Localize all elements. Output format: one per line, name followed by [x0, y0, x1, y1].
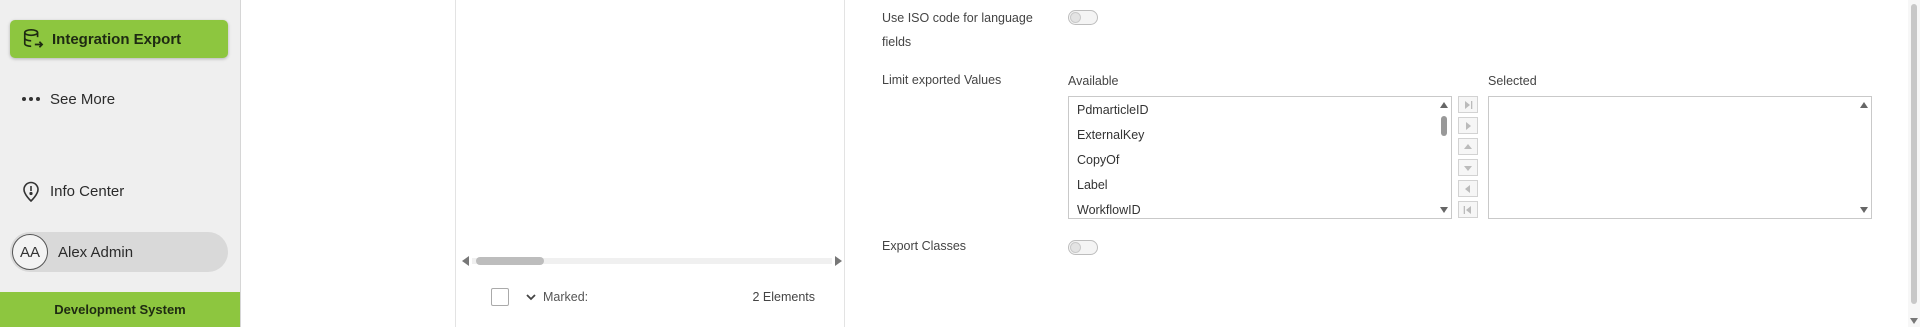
scrollbar-thumb[interactable] — [476, 257, 544, 265]
iso-code-label: Use ISO code for language fields — [882, 11, 1033, 49]
list-item[interactable]: WorkflowID — [1077, 203, 1141, 217]
list-item[interactable]: CopyOf — [1077, 153, 1119, 167]
more-dots-icon — [20, 88, 42, 110]
selected-list[interactable] — [1488, 96, 1872, 219]
scrollbar-thumb[interactable] — [1441, 116, 1447, 136]
iso-code-toggle[interactable] — [1068, 10, 1098, 25]
nav-item-label: See More — [50, 90, 116, 108]
move-right-icon — [1466, 121, 1471, 130]
nav-item-see-more[interactable]: See More — [10, 81, 228, 117]
export-settings-form: Use ISO code for language fields Limit e… — [848, 0, 1908, 327]
environment-banner: Development System — [0, 292, 240, 327]
move-all-left-icon — [1463, 205, 1471, 214]
move-down-button[interactable] — [1458, 159, 1478, 176]
list-item[interactable]: ExternalKey — [1077, 128, 1144, 142]
user-name: Alex Admin — [58, 243, 134, 261]
scroll-up-icon[interactable] — [1860, 102, 1868, 108]
nav-item-label: Integration Export — [52, 30, 182, 48]
element-count: 2 Elements — [752, 290, 815, 304]
move-all-left-button[interactable] — [1458, 201, 1478, 218]
export-classes-toggle[interactable] — [1068, 240, 1098, 255]
scrollbar-thumb[interactable] — [1911, 4, 1917, 304]
list-item[interactable]: Label — [1077, 178, 1108, 192]
move-all-right-button[interactable] — [1458, 96, 1478, 113]
user-menu[interactable]: AA Alex Admin — [10, 232, 228, 272]
scroll-down-icon[interactable] — [1910, 318, 1918, 324]
nav-item-info-center[interactable]: Info Center — [10, 173, 228, 209]
export-classes-label: Export Classes — [882, 239, 967, 253]
scroll-down-icon[interactable] — [1860, 207, 1868, 213]
nav-item-label: Info Center — [50, 182, 125, 200]
selected-header: Selected — [1488, 74, 1537, 88]
sidebar: Integration Export See More Info Center … — [0, 0, 241, 327]
scroll-up-icon[interactable] — [1440, 102, 1448, 108]
move-down-icon — [1464, 165, 1472, 171]
available-list-scrollbar[interactable] — [1438, 98, 1450, 217]
move-up-button[interactable] — [1458, 138, 1478, 155]
move-left-icon — [1465, 184, 1470, 193]
panel-footer: Marked: 2 Elements — [455, 278, 845, 316]
scroll-down-icon[interactable] — [1440, 207, 1448, 213]
nav-item-integration-export[interactable]: Integration Export — [10, 20, 228, 58]
avatar: AA — [12, 234, 48, 270]
horizontal-scrollbar[interactable] — [462, 256, 842, 266]
limit-values-label: Limit exported Values — [882, 73, 1002, 87]
marked-label: Marked: — [543, 290, 589, 304]
move-left-button[interactable] — [1458, 180, 1478, 197]
page-scrollbar[interactable] — [1908, 0, 1920, 327]
info-pin-icon — [20, 180, 42, 202]
select-all-checkbox[interactable] — [491, 288, 509, 306]
scroll-left-icon[interactable] — [462, 256, 469, 266]
selected-list-scrollbar[interactable] — [1858, 98, 1870, 217]
scroll-right-icon[interactable] — [835, 256, 842, 266]
list-item[interactable]: PdmarticleID — [1077, 103, 1149, 117]
chevron-down-icon[interactable] — [525, 291, 537, 303]
move-up-icon — [1464, 143, 1472, 149]
move-all-right-icon — [1465, 100, 1473, 109]
available-list[interactable]: PdmarticleID ExternalKey CopyOf Label Wo… — [1068, 96, 1452, 219]
move-right-button[interactable] — [1458, 117, 1478, 134]
database-export-icon — [23, 29, 44, 48]
available-header: Available — [1068, 74, 1119, 88]
